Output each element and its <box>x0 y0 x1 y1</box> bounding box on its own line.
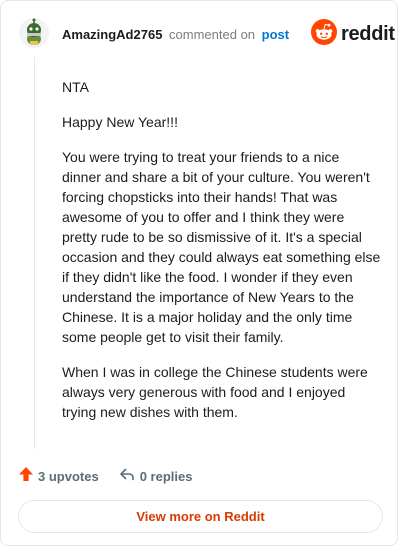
comment-footer: 3 upvotes 0 replies <box>18 466 192 486</box>
comment-body: NTA Happy New Year!!! You were trying to… <box>62 77 382 437</box>
upvote-button[interactable]: 3 upvotes <box>18 466 99 487</box>
author-line: AmazingAd2765 commented on post <box>62 27 289 42</box>
comment-paragraph: When I was in college the Chinese studen… <box>62 364 368 420</box>
upvote-count: 3 upvotes <box>38 468 99 484</box>
reddit-brand[interactable]: reddit <box>311 18 395 50</box>
view-more-on-reddit-button[interactable]: View more on Reddit <box>18 500 383 533</box>
thread-line <box>34 57 35 449</box>
upvote-arrow-icon <box>18 466 34 487</box>
reddit-logo-icon <box>311 18 337 50</box>
comment-header: AmazingAd2765 commented on post reddit <box>1 1 397 65</box>
comment-paragraph: You were trying to treat your friends to… <box>62 149 381 345</box>
snoo-avatar-icon[interactable] <box>19 18 49 48</box>
comment-action-text: commented on <box>169 27 256 42</box>
reply-count: 0 replies <box>139 468 193 484</box>
comment-paragraph: Happy New Year!!! <box>62 114 178 130</box>
reply-button[interactable]: 0 replies <box>119 466 193 487</box>
author-name[interactable]: AmazingAd2765 <box>62 27 162 42</box>
embedded-comment-card: AmazingAd2765 commented on post reddit N… <box>0 0 398 546</box>
reddit-wordmark: reddit <box>341 22 395 45</box>
comment-paragraph: NTA <box>62 79 89 95</box>
post-link[interactable]: post <box>262 27 289 42</box>
reply-arrow-icon <box>119 466 135 487</box>
